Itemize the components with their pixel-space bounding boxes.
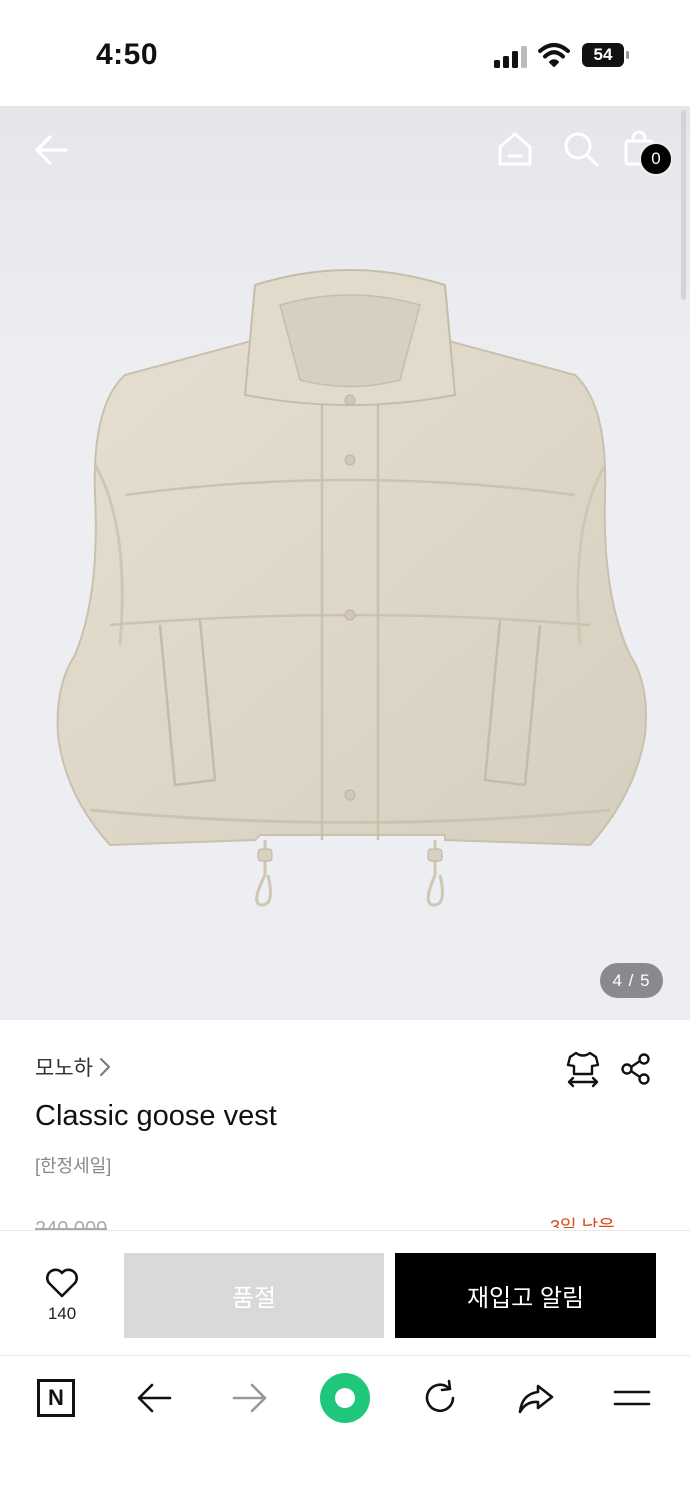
restock-alert-button[interactable]: 재입고 알림 [395, 1253, 656, 1338]
image-page-counter: 4 / 5 [600, 963, 663, 998]
product-tag: [한정세일] [35, 1156, 112, 1176]
brand-link[interactable]: 모노하 [35, 1052, 111, 1082]
menu-icon[interactable] [612, 1378, 652, 1418]
browser-forward-icon[interactable] [230, 1378, 270, 1418]
share-icon[interactable] [620, 1053, 652, 1085]
product-page: 4:50 54 0 4 / 5 모노하 Classic goose vest [… [0, 0, 690, 1500]
like-count: 140 [47, 1304, 77, 1323]
back-arrow-icon[interactable] [32, 130, 72, 170]
brand-name: 모노하 [35, 1057, 93, 1080]
like-button[interactable]: 140 [28, 1268, 96, 1330]
share-arrow-icon[interactable] [516, 1378, 556, 1418]
scrollbar[interactable] [681, 110, 686, 300]
product-name: Classic goose vest [35, 1100, 277, 1132]
sold-out-button[interactable]: 품절 [124, 1253, 384, 1338]
cart-count-badge: 0 [639, 142, 673, 176]
product-image [56, 269, 647, 907]
naver-home-button[interactable]: N [37, 1379, 75, 1417]
battery-level: 54 [593, 45, 613, 64]
size-guide-icon[interactable] [566, 1050, 600, 1088]
refresh-icon[interactable] [420, 1378, 460, 1418]
signal-icon [494, 46, 527, 68]
remaining-days: 3일 남음 [550, 1217, 615, 1228]
status-time: 4:50 [96, 38, 159, 71]
status-bar: 4:50 54 [0, 0, 690, 106]
green-dot-icon [335, 1388, 355, 1408]
green-dot-button[interactable] [320, 1373, 370, 1423]
original-price: 240,000 [35, 1218, 108, 1230]
search-icon[interactable] [562, 130, 600, 168]
chevron-right-icon [99, 1058, 110, 1076]
browser-back-icon[interactable] [134, 1378, 174, 1418]
heart-icon [46, 1268, 78, 1298]
battery-indicator: 54 [582, 43, 630, 67]
home-icon[interactable] [496, 130, 534, 168]
wifi-icon [538, 43, 570, 67]
